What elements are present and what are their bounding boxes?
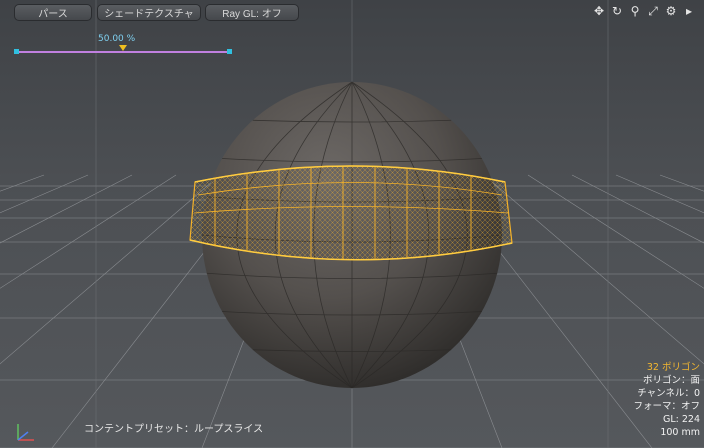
gl-info: GL: 224 [662,414,700,425]
slider-start-handle[interactable] [14,49,19,54]
raygl-toggle-button[interactable]: Ray GL: オフ [205,4,299,21]
slider-handle[interactable] [119,45,127,51]
axis-gizmo-icon [17,424,34,441]
selection-mode: ポリゴン：面 [642,375,700,386]
channel-info: チャンネル：0 [637,388,700,399]
settings-icon[interactable]: ⚙ [664,3,678,19]
info-overlay: 32 ポリゴン ポリゴン：面 チャンネル：0 フォーマ：オフ GL: 224 1… [633,361,700,439]
slider-end-handle[interactable] [227,49,232,54]
loop-slice-slider[interactable]: 50.00 % [14,34,232,56]
3d-viewport[interactable]: パース シェードテクスチャ Ray GL: オフ ✥ ↻ ⚲ ⤢ ⚙ ▸ 50.… [0,0,704,448]
scene-canvas[interactable] [0,0,704,448]
move-view-icon[interactable]: ✥ [592,3,606,19]
scale-info: 100 mm [660,427,700,438]
content-preset-label: コンテントプリセット：ループスライス [84,424,264,435]
shading-mode-button[interactable]: シェードテクスチャ [97,4,201,21]
maximize-icon[interactable]: ⤢ [646,3,660,19]
arrow-right-icon[interactable]: ▸ [682,3,696,19]
rotate-view-icon[interactable]: ↻ [610,3,624,19]
selection-count: 32 ポリゴン [646,362,700,373]
format-info: フォーマ：オフ [633,401,700,412]
selected-polygon-loop[interactable] [189,165,513,261]
viewport-controls: ✥ ↻ ⚲ ⤢ ⚙ ▸ [592,3,696,19]
slider-track[interactable] [16,51,230,53]
zoom-view-icon[interactable]: ⚲ [628,3,642,19]
slider-value: 50.00 % [98,34,136,44]
view-mode-button[interactable]: パース [14,4,92,21]
